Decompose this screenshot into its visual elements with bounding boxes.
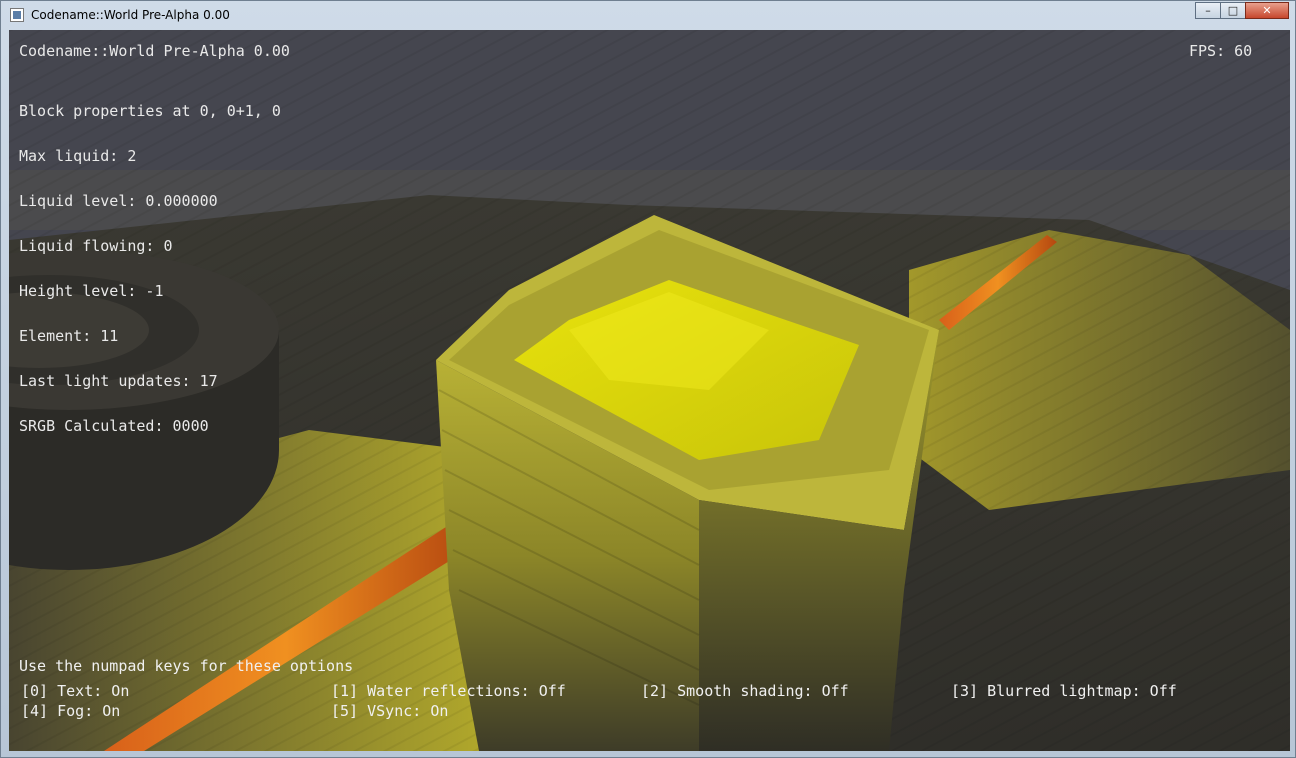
property-liquid-flowing: Liquid flowing: 0: [19, 237, 173, 255]
minimize-button[interactable]: –: [1195, 2, 1221, 19]
option-fog[interactable]: [4] Fog: On: [21, 702, 120, 720]
property-height-level: Height level: -1: [19, 282, 164, 300]
option-text[interactable]: [0] Text: On: [21, 682, 129, 700]
block-properties-panel: Block properties at 0, 0+1, 0 Max liquid…: [19, 74, 281, 464]
maximize-button[interactable]: □: [1220, 2, 1246, 19]
option-smooth-shading[interactable]: [2] Smooth shading: Off: [641, 682, 849, 700]
option-vsync[interactable]: [5] VSync: On: [331, 702, 448, 720]
block-properties-header: Block properties at 0, 0+1, 0: [19, 102, 281, 120]
close-button[interactable]: ✕: [1245, 2, 1289, 19]
option-water-reflections[interactable]: [1] Water reflections: Off: [331, 682, 566, 700]
property-element: Element: 11: [19, 327, 119, 345]
option-blurred-lightmap[interactable]: [3] Blurred lightmap: Off: [951, 682, 1177, 700]
caption-buttons: – □ ✕: [1195, 2, 1289, 20]
close-icon: ✕: [1262, 4, 1272, 17]
window-title: Codename::World Pre-Alpha 0.00: [31, 8, 230, 22]
property-max-liquid: Max liquid: 2: [19, 147, 137, 165]
title-bar[interactable]: Codename::World Pre-Alpha 0.00 – □ ✕: [1, 1, 1295, 29]
game-viewport[interactable]: Codename::World Pre-Alpha 0.00 FPS: 60 B…: [9, 30, 1290, 751]
app-icon: [10, 8, 24, 22]
property-srgb-calculated: SRGB Calculated: 0000: [19, 417, 209, 435]
fps-counter: FPS: 60: [1189, 42, 1253, 60]
options-hint: Use the numpad keys for these options: [19, 657, 354, 675]
game-window: Codename::World Pre-Alpha 0.00 – □ ✕ Cod…: [0, 0, 1296, 758]
hud-title: Codename::World Pre-Alpha 0.00: [19, 42, 290, 60]
minimize-icon: –: [1205, 4, 1211, 17]
property-liquid-level: Liquid level: 0.000000: [19, 192, 218, 210]
property-light-updates: Last light updates: 17: [19, 372, 218, 390]
maximize-icon: □: [1227, 4, 1239, 17]
